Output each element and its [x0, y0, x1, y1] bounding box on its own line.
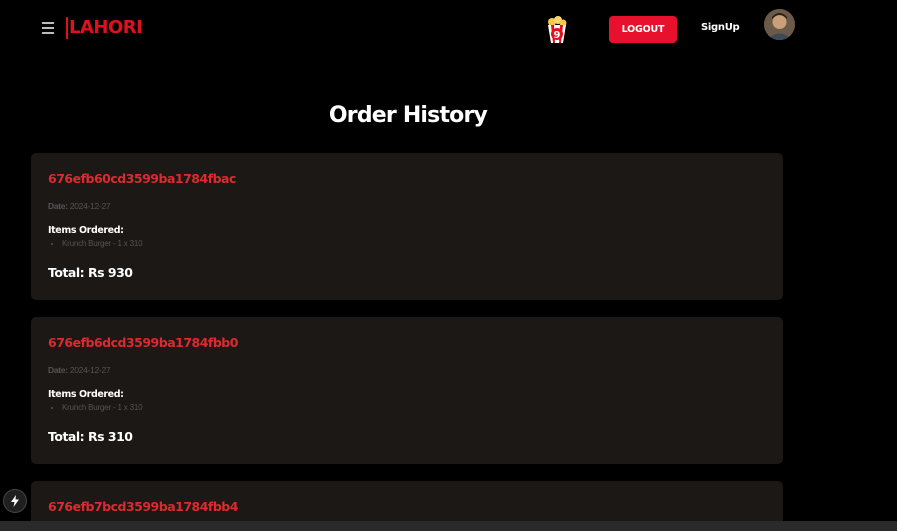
bolt-icon[interactable] — [3, 489, 27, 513]
order-card: 676efb7bcd3599ba1784fbb4 — [31, 481, 783, 521]
items-list: Krunch Burger - 1 x 310 — [48, 239, 143, 248]
order-card: 676efb60cd3599ba1784fbac Date: 2024-12-2… — [31, 153, 783, 300]
list-item: Krunch Burger - 1 x 310 — [62, 403, 143, 412]
cart-count: 9 — [554, 30, 561, 41]
page-title: Order History — [328, 103, 488, 128]
date-label: Date: — [48, 201, 68, 211]
list-item: Krunch Burger - 1 x 310 — [62, 239, 143, 248]
order-date: Date: 2024-12-27 — [48, 201, 111, 211]
items-list: Krunch Burger - 1 x 310 — [48, 403, 143, 412]
horizontal-scrollbar[interactable] — [0, 521, 897, 531]
date-label: Date: — [48, 365, 68, 375]
logout-button[interactable]: LOGOUT — [609, 16, 677, 43]
date-value: 2024-12-27 — [69, 201, 111, 211]
navbar: LAHORI 9 LOGOUT SignUp — [0, 0, 897, 58]
order-id: 676efb7bcd3599ba1784fbb4 — [48, 499, 238, 514]
menu-icon[interactable] — [42, 18, 56, 38]
brand-logo[interactable]: LAHORI — [66, 17, 143, 39]
order-id: 676efb6dcd3599ba1784fbb0 — [48, 335, 238, 350]
order-id: 676efb60cd3599ba1784fbac — [48, 171, 236, 186]
date-value: 2024-12-27 — [69, 365, 111, 375]
signup-link[interactable]: SignUp — [701, 22, 740, 33]
items-ordered-label: Items Ordered: — [48, 225, 124, 236]
avatar[interactable] — [764, 9, 795, 40]
order-total: Total: Rs 930 — [48, 265, 133, 280]
order-total: Total: Rs 310 — [48, 429, 133, 444]
items-ordered-label: Items Ordered: — [48, 389, 124, 400]
order-date: Date: 2024-12-27 — [48, 365, 111, 375]
cart-icon[interactable]: 9 — [543, 16, 571, 44]
order-card: 676efb6dcd3599ba1784fbb0 Date: 2024-12-2… — [31, 317, 783, 464]
